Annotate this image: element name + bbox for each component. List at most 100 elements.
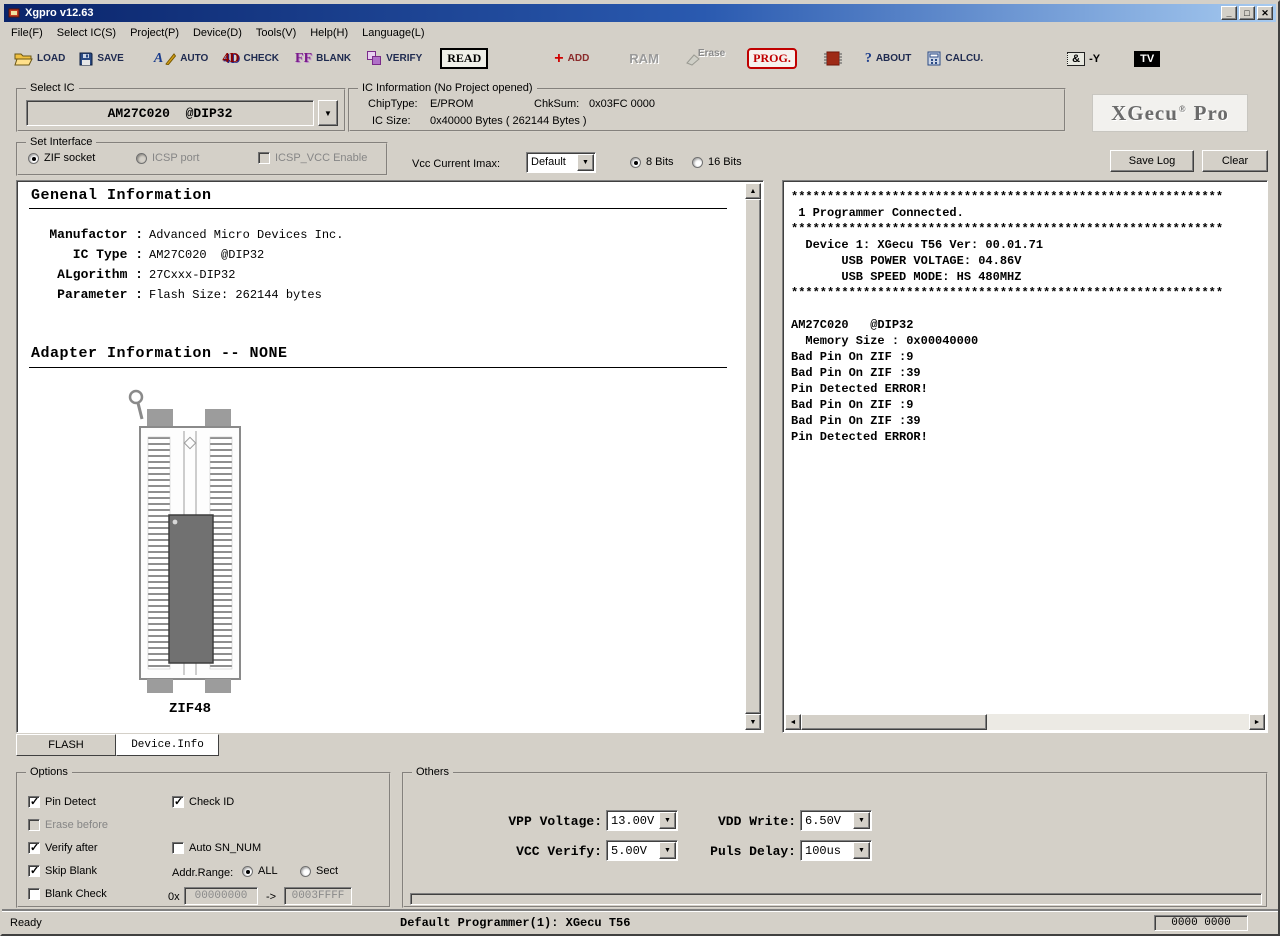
vcc-verify-label: VCC Verify:: [504, 844, 602, 859]
auto-pen-icon: A: [154, 51, 163, 67]
load-label: LOAD: [37, 53, 65, 64]
status-ready: Ready: [10, 917, 42, 929]
menu-language[interactable]: Language(L): [355, 24, 431, 42]
vcc-verify-value: 5.00V: [607, 841, 658, 860]
add-button[interactable]: + ADD: [554, 50, 589, 68]
verify-after-checkbox[interactable]: Verify after: [28, 842, 98, 854]
calculator-button[interactable]: CALCU.: [927, 51, 983, 66]
scroll-right-button[interactable]: ►: [1249, 714, 1265, 730]
options-group: Options Pin Detect Erase before Verify a…: [16, 772, 391, 908]
menu-device[interactable]: Device(D): [186, 24, 249, 42]
verify-button[interactable]: VERIFY: [367, 51, 422, 66]
addr-sect-radio[interactable]: Sect: [300, 865, 338, 877]
about-button[interactable]: ? ABOUT: [865, 51, 912, 67]
minimize-button[interactable]: _: [1221, 6, 1237, 20]
vcc-current-value: Default: [527, 153, 576, 172]
chevron-down-icon[interactable]: ▼: [659, 842, 676, 859]
maximize-button[interactable]: □: [1239, 6, 1255, 20]
tab-device-info[interactable]: Device.Info: [116, 734, 219, 756]
ram-icon: RAM: [629, 51, 659, 66]
puls-delay-dropdown[interactable]: 100us ▼: [800, 840, 872, 861]
read-icon: READ: [440, 48, 488, 69]
pen-icon: [164, 52, 176, 65]
ic-combobox-dropdown-button[interactable]: ▼: [318, 100, 338, 126]
title-bar[interactable]: Xgpro v12.63 _ □ ✕: [4, 4, 1276, 22]
prog-icon: PROG.: [747, 48, 797, 69]
chiptype-value: E/PROM: [430, 98, 473, 110]
tv-icon: TV: [1134, 51, 1160, 67]
bits8-radio[interactable]: 8 Bits: [630, 156, 674, 168]
menu-file[interactable]: File(F): [4, 24, 50, 42]
radio-circle: [630, 157, 641, 168]
bits16-radio[interactable]: 16 Bits: [692, 156, 742, 168]
window-title: Xgpro v12.63: [25, 7, 93, 19]
logic-test-button[interactable]: & -Y: [1067, 52, 1100, 66]
zif-socket-radio[interactable]: ZIF socket: [28, 152, 95, 164]
scroll-up-icon: ▲: [750, 188, 757, 195]
load-button[interactable]: LOAD: [14, 52, 65, 66]
vpp-voltage-dropdown[interactable]: 13.00V ▼: [606, 810, 678, 831]
scroll-down-button[interactable]: ▼: [745, 714, 761, 730]
program-button[interactable]: PROG.: [747, 48, 797, 69]
chiptype-label: ChipType:: [368, 98, 418, 110]
read-button[interactable]: READ: [440, 48, 488, 69]
arrow-glyph: ▼: [664, 847, 671, 854]
scrollbar-thumb[interactable]: [801, 714, 987, 730]
addr-all-radio[interactable]: ALL: [242, 865, 278, 877]
save-log-button[interactable]: Save Log: [1110, 150, 1194, 172]
icsize-label: IC Size:: [372, 115, 411, 127]
menu-tools[interactable]: Tools(V): [249, 24, 303, 42]
auto-button[interactable]: A AUTO: [154, 51, 209, 67]
range-from-value: 00000000: [195, 890, 248, 902]
chevron-down-icon[interactable]: ▼: [853, 842, 870, 859]
logic-gate-output: -Y: [1089, 53, 1100, 65]
auto-sn-checkbox[interactable]: Auto SN_NUM: [172, 842, 261, 854]
skip-blank-checkbox[interactable]: Skip Blank: [28, 865, 97, 877]
vdd-write-value: 6.50V: [801, 811, 852, 830]
save-button[interactable]: SAVE: [79, 52, 124, 66]
check-id-checkbox[interactable]: Check ID: [172, 796, 234, 808]
tv-button[interactable]: TV: [1134, 51, 1160, 67]
blank-check-checkbox[interactable]: Blank Check: [28, 888, 107, 900]
logo-suffix: Pro: [1194, 101, 1229, 126]
pin-detect-checkbox[interactable]: Pin Detect: [28, 796, 96, 808]
chevron-down-icon[interactable]: ▼: [853, 812, 870, 829]
erase-before-label: Erase before: [45, 819, 108, 831]
ic-info-group: IC Information (No Project opened) ChipT…: [348, 88, 1066, 132]
algorithm-label: ALgorithm :: [31, 267, 143, 282]
vcc-current-dropdown[interactable]: Default ▼: [526, 152, 596, 173]
blank-check-button[interactable]: FF BLANK: [295, 51, 351, 67]
vdd-write-dropdown[interactable]: 6.50V ▼: [800, 810, 872, 831]
vcc-verify-dropdown[interactable]: 5.00V ▼: [606, 840, 678, 861]
zif-socket-label: ZIF socket: [44, 152, 95, 164]
parameter-label: Parameter :: [31, 287, 143, 302]
scroll-left-button[interactable]: ◄: [785, 714, 801, 730]
status-bar: Ready Default Programmer(1): XGecu T56 0…: [2, 911, 1278, 934]
menu-help[interactable]: Help(H): [303, 24, 355, 42]
clear-button[interactable]: Clear: [1202, 150, 1268, 172]
close-button[interactable]: ✕: [1257, 6, 1273, 20]
chip-test-button[interactable]: [823, 50, 843, 67]
log-panel-scrollbar[interactable]: ◄ ►: [785, 714, 1265, 730]
general-info-heading: Genenal Information: [31, 187, 212, 204]
open-folder-icon: [14, 52, 33, 66]
auto-sn-label: Auto SN_NUM: [189, 842, 261, 854]
menu-select-ic[interactable]: Select IC(S): [50, 24, 123, 42]
verify-after-label: Verify after: [45, 842, 98, 854]
menu-project[interactable]: Project(P): [123, 24, 186, 42]
tab-flash[interactable]: FLASH: [16, 734, 116, 756]
scroll-up-button[interactable]: ▲: [745, 183, 761, 199]
xgpro-window: Xgpro v12.63 _ □ ✕ File(F) Select IC(S) …: [0, 0, 1280, 936]
scrollbar-thumb[interactable]: [745, 199, 761, 714]
check-id-button[interactable]: 4D CHECK: [222, 51, 279, 67]
device-panel-scrollbar[interactable]: ▲ ▼: [745, 183, 761, 730]
calcu-label: CALCU.: [945, 53, 983, 64]
status-counter-value: 0000 0000: [1171, 917, 1230, 929]
log-panel: ****************************************…: [782, 180, 1268, 733]
chevron-down-icon: ▼: [324, 109, 332, 118]
chevron-down-icon[interactable]: ▼: [659, 812, 676, 829]
checkbox-box: [258, 152, 270, 164]
chevron-down-icon[interactable]: ▼: [577, 154, 594, 171]
scroll-left-icon: ◄: [790, 719, 797, 726]
ic-combobox[interactable]: AM27C020 @DIP32: [26, 100, 314, 126]
